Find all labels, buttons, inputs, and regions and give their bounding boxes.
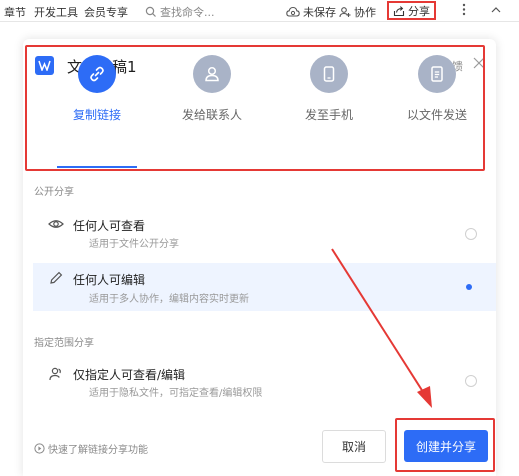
search-icon — [145, 6, 156, 17]
menu-member[interactable]: 会员专享 — [84, 4, 128, 20]
method-copy-link[interactable]: 复制链接 — [52, 55, 142, 123]
share-label: 分享 — [408, 4, 430, 18]
option-anyone-view[interactable]: 任何人可查看 适用于文件公开分享 — [33, 210, 496, 258]
file-icon — [418, 55, 456, 93]
section-scoped-share: 指定范围分享 — [34, 338, 94, 349]
contact-icon — [193, 55, 231, 93]
option-specified-people[interactable]: 仅指定人可查看/编辑 适用于隐私文件，可指定查看/编辑权限 — [33, 360, 496, 408]
learn-more-label: 快速了解链接分享功能 — [48, 445, 148, 456]
method-label: 发至手机 — [304, 108, 353, 122]
method-label: 复制链接 — [72, 108, 121, 122]
command-search[interactable]: 查找命令... — [145, 4, 215, 20]
radio-anyone-view[interactable] — [465, 228, 477, 240]
option-title: 任何人可查看 — [73, 219, 146, 233]
method-send-phone[interactable]: 发至手机 — [284, 55, 374, 123]
radio-anyone-edit[interactable] — [463, 281, 475, 293]
unsaved-label: 未保存 — [303, 6, 336, 19]
pencil-icon — [48, 270, 64, 286]
option-desc: 适用于多人协作，编辑内容实时更新 — [89, 294, 249, 305]
link-icon — [78, 55, 116, 93]
method-send-contact[interactable]: 发给联系人 — [167, 55, 257, 123]
share-icon — [393, 5, 405, 16]
method-send-file[interactable]: 以文件发送 — [392, 55, 482, 123]
chevron-up-icon[interactable] — [490, 4, 502, 19]
play-circle-icon — [34, 443, 45, 454]
create-button-highlight: 创建并分享 — [395, 418, 495, 472]
unsaved-status[interactable]: 未保存 — [286, 4, 336, 20]
option-desc: 适用于文件公开分享 — [89, 239, 179, 250]
top-toolbar: 章节 开发工具 会员专享 查找命令... 未保存 协作 分享 — [0, 0, 519, 22]
method-label: 以文件发送 — [406, 108, 467, 122]
share-methods-panel: 复制链接 发给联系人 发至手机 以文件发送 — [25, 45, 485, 171]
phone-icon — [310, 55, 348, 93]
more-vertical-icon[interactable] — [462, 3, 466, 19]
share-button[interactable]: 分享 — [387, 1, 436, 20]
section-public-share: 公开分享 — [34, 187, 74, 198]
menu-dev-tools[interactable]: 开发工具 — [34, 4, 78, 20]
option-anyone-edit[interactable]: 任何人可编辑 适用于多人协作，编辑内容实时更新 — [33, 263, 496, 311]
active-tab-indicator — [57, 166, 137, 168]
collab-label: 协作 — [354, 6, 376, 19]
collab-button[interactable]: 协作 — [339, 4, 376, 20]
radio-specified-people[interactable] — [465, 375, 477, 387]
create-share-button[interactable]: 创建并分享 — [404, 430, 488, 462]
cancel-button[interactable]: 取消 — [322, 430, 386, 463]
users-icon — [48, 366, 64, 382]
eye-icon — [48, 216, 64, 232]
cloud-icon — [286, 6, 300, 17]
collab-icon — [339, 7, 351, 18]
option-title: 任何人可编辑 — [73, 273, 146, 287]
option-title: 仅指定人可查看/编辑 — [73, 368, 186, 382]
option-desc: 适用于隐私文件，可指定查看/编辑权限 — [89, 388, 263, 399]
method-label: 发给联系人 — [181, 108, 242, 122]
search-placeholder: 查找命令... — [160, 6, 215, 19]
menu-chapter[interactable]: 章节 — [4, 4, 26, 20]
learn-more-link[interactable]: 快速了解链接分享功能 — [34, 441, 148, 456]
